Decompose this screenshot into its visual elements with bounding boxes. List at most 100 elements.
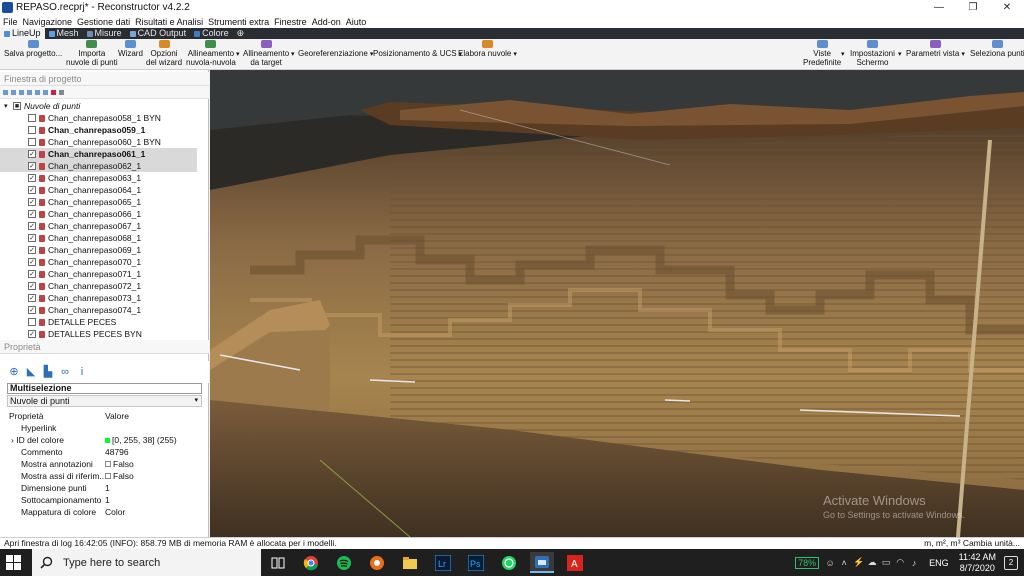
property-row[interactable]: › ID del colore [0, 255, 38] (255) bbox=[7, 434, 202, 446]
dropdown-caret-icon[interactable]: ▾ bbox=[841, 50, 845, 59]
cloud-icon[interactable]: ☁ bbox=[867, 557, 877, 568]
tree-item[interactable]: ✓ Chan_chanrepaso064_1 bbox=[0, 184, 197, 196]
properties-info-icon[interactable]: i bbox=[76, 366, 88, 378]
ribbon-button-9[interactable]: Viste Predefinite bbox=[803, 40, 841, 67]
ribbon-tab-0[interactable]: LineUp bbox=[0, 28, 45, 39]
windows-start-icon[interactable] bbox=[6, 555, 21, 570]
ribbon-tab-3[interactable]: CAD Output bbox=[126, 28, 191, 39]
task-view-icon[interactable] bbox=[266, 552, 290, 573]
taskbar-search[interactable]: Type here to search bbox=[32, 549, 261, 576]
ribbon-button-0[interactable]: Salva progetto... bbox=[4, 40, 62, 58]
ribbon-tab-2[interactable]: Misure bbox=[83, 28, 126, 39]
status-log-text[interactable]: Apri finestra di log 16:42:05 (INFO): 85… bbox=[4, 538, 337, 549]
tree-item[interactable]: ✓ Chan_chanrepaso061_1 bbox=[0, 148, 197, 160]
dropdown-caret-icon[interactable]: ▾ bbox=[291, 50, 295, 59]
tree-item-checkbox[interactable] bbox=[28, 114, 36, 122]
tree-item[interactable]: Chan_chanrepaso058_1 BYN bbox=[0, 112, 197, 124]
collapse-arrow-icon[interactable]: ▾ bbox=[4, 102, 13, 110]
color-swatch[interactable] bbox=[105, 437, 110, 443]
menu-finestre[interactable]: Finestre bbox=[274, 17, 307, 27]
tree-item-checkbox[interactable] bbox=[28, 138, 36, 146]
up-arrow-icon[interactable]: ˄ bbox=[839, 558, 849, 568]
ribbon-button-5[interactable]: Allineamento da target bbox=[243, 40, 289, 67]
tree-item-checkbox[interactable]: ✓ bbox=[28, 258, 36, 266]
properties-link-icon[interactable]: ∞ bbox=[59, 366, 71, 378]
tree-item-checkbox[interactable] bbox=[28, 126, 36, 134]
property-checkbox[interactable] bbox=[105, 461, 111, 467]
dropdown-caret-icon[interactable]: ▾ bbox=[513, 51, 517, 58]
3d-viewport[interactable] bbox=[210, 70, 1024, 537]
acrobat-icon[interactable]: A bbox=[563, 552, 587, 573]
tree-item[interactable]: ✓ DETALLES PECES BYN bbox=[0, 328, 197, 338]
ribbon-button-7[interactable]: Posizionamento & UCS ▾ bbox=[373, 49, 462, 59]
tree-item[interactable]: ✓ Chan_chanrepaso073_1 bbox=[0, 292, 197, 304]
menu-risultati[interactable]: Risultati e Analisi bbox=[135, 17, 203, 27]
tree-item[interactable]: ✓ Chan_chanrepaso063_1 bbox=[0, 172, 197, 184]
person-icon[interactable]: ☺ bbox=[825, 558, 835, 568]
tree-item-checkbox[interactable] bbox=[28, 318, 36, 326]
tree-item[interactable]: ✓ Chan_chanrepaso069_1 bbox=[0, 244, 197, 256]
menu-gestione-dati[interactable]: Gestione dati bbox=[77, 17, 130, 27]
property-row[interactable]: Mostra annotazioni Falso bbox=[7, 458, 202, 470]
minimize-button[interactable]: — bbox=[922, 0, 956, 15]
wifi-icon[interactable]: ◠ bbox=[895, 557, 905, 568]
property-row[interactable]: Mostra assi di riferim... Falso bbox=[7, 470, 202, 482]
type-select[interactable]: Nuvole di punti ▾ bbox=[7, 395, 202, 407]
ribbon-button-1[interactable]: Importa nuvole di punti bbox=[66, 40, 118, 67]
tree-item[interactable]: ✓ Chan_chanrepaso068_1 bbox=[0, 232, 197, 244]
tree-item-checkbox[interactable]: ✓ bbox=[28, 306, 36, 314]
battery-indicator[interactable]: 78% bbox=[795, 556, 820, 569]
warning-icon[interactable] bbox=[59, 89, 64, 95]
property-row[interactable]: Sottocampionamento 1 bbox=[7, 494, 202, 506]
ribbon-tab-5[interactable]: ⊕ bbox=[233, 28, 249, 39]
expand-icon[interactable] bbox=[3, 89, 8, 95]
property-row[interactable]: Mappatura di colore Color bbox=[7, 506, 202, 518]
tree-root-row[interactable]: ▾ ■ Nuvole di punti bbox=[0, 100, 197, 112]
photoshop-icon[interactable]: Ps bbox=[464, 552, 488, 573]
spotify-icon[interactable] bbox=[332, 552, 356, 573]
property-row[interactable]: Commento 48796 bbox=[7, 446, 202, 458]
maximize-button[interactable]: ❐ bbox=[956, 0, 990, 15]
tree-item-checkbox[interactable]: ✓ bbox=[28, 174, 36, 182]
collapse-icon[interactable] bbox=[11, 89, 16, 95]
ribbon-tab-4[interactable]: Colore bbox=[190, 28, 233, 39]
ribbon-tab-1[interactable]: Mesh bbox=[45, 28, 83, 39]
reconstructor-icon[interactable] bbox=[530, 552, 554, 573]
tree-item-checkbox[interactable]: ✓ bbox=[28, 330, 36, 338]
volume-icon[interactable]: ♪ bbox=[909, 558, 919, 568]
tree-item-checkbox[interactable]: ✓ bbox=[28, 162, 36, 170]
tree-item[interactable]: ✓ Chan_chanrepaso062_1 bbox=[0, 160, 197, 172]
properties-histogram-icon[interactable]: ▙ bbox=[42, 366, 54, 378]
power-plug-icon[interactable]: ⚡ bbox=[853, 557, 864, 568]
tree-item[interactable]: ✓ Chan_chanrepaso074_1 bbox=[0, 304, 197, 316]
property-row[interactable]: Dimensione punti 1 bbox=[7, 482, 202, 494]
dropdown-caret-icon[interactable]: ▾ bbox=[236, 50, 240, 59]
tree-item-checkbox[interactable]: ✓ bbox=[28, 210, 36, 218]
menu-aiuto[interactable]: Aiuto bbox=[346, 17, 367, 27]
root-checkbox[interactable]: ■ bbox=[13, 102, 21, 110]
avast-icon[interactable] bbox=[365, 552, 389, 573]
language-indicator[interactable]: ENG bbox=[929, 558, 949, 568]
menu-strumenti-extra[interactable]: Strumenti extra bbox=[208, 17, 269, 27]
tree-item-checkbox[interactable]: ✓ bbox=[28, 186, 36, 194]
ribbon-button-10[interactable]: Impostazioni Schermo bbox=[850, 40, 895, 67]
ribbon-button-8[interactable]: Elabora nuvole ▾ bbox=[458, 40, 517, 59]
sort-icon[interactable] bbox=[27, 89, 32, 95]
group-icon[interactable] bbox=[35, 89, 40, 95]
tree-item-checkbox[interactable]: ✓ bbox=[28, 270, 36, 278]
clock[interactable]: 11:42 AM 8/7/2020 bbox=[959, 552, 996, 574]
tree-item-checkbox[interactable]: ✓ bbox=[28, 246, 36, 254]
property-row[interactable]: Hyperlink bbox=[7, 422, 202, 434]
whatsapp-icon[interactable] bbox=[497, 552, 521, 573]
tree-item[interactable]: ✓ Chan_chanrepaso065_1 bbox=[0, 196, 197, 208]
tree-item[interactable]: DETALLE PECES bbox=[0, 316, 197, 328]
menu-navigazione[interactable]: Navigazione bbox=[23, 17, 73, 27]
menu-add-on[interactable]: Add-on bbox=[312, 17, 341, 27]
properties-chart-icon[interactable]: ◣ bbox=[25, 366, 37, 378]
tree-item-checkbox[interactable]: ✓ bbox=[28, 150, 36, 158]
tree-item[interactable]: Chan_chanrepaso060_1 BYN bbox=[0, 136, 197, 148]
file-explorer-icon[interactable] bbox=[398, 552, 422, 573]
tree-item[interactable]: ✓ Chan_chanrepaso072_1 bbox=[0, 280, 197, 292]
ribbon-button-2[interactable]: Wizard bbox=[118, 40, 143, 58]
dropdown-caret-icon[interactable]: ▾ bbox=[898, 50, 902, 59]
